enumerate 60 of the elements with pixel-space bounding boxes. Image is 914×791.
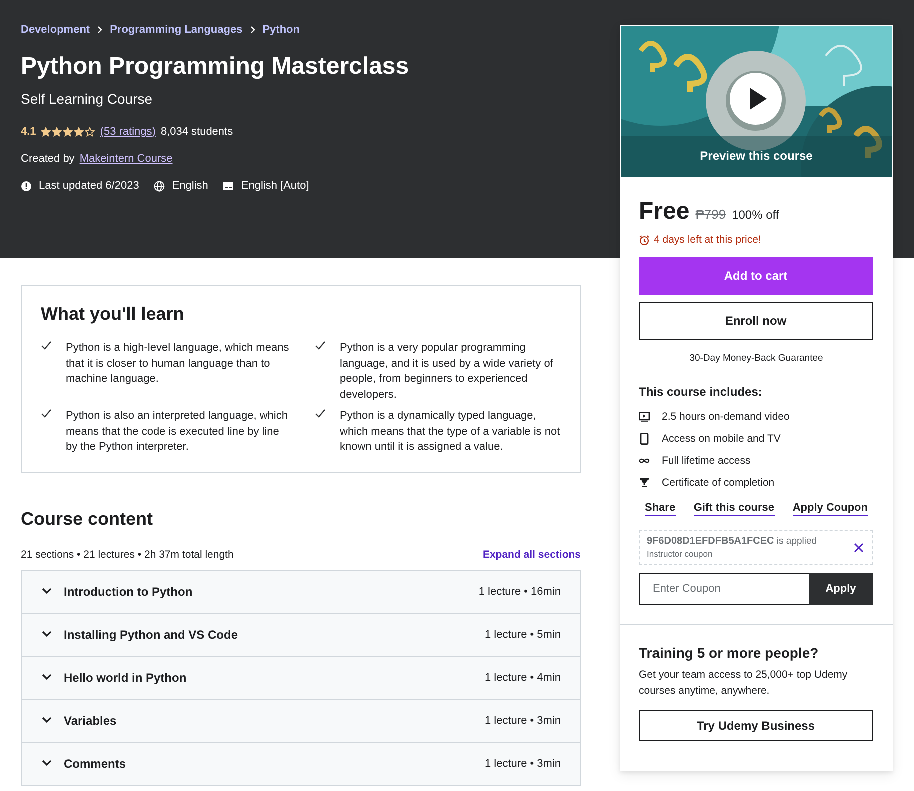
created-by-label: Created by (21, 153, 75, 165)
business-text: Get your team access to 25,000+ top Udemy courses anytime, anywhere. (639, 668, 849, 698)
include-item-text: 2.5 hours on-demand video (662, 410, 790, 422)
coupon-input-field[interactable]: Enter Coupon (639, 573, 809, 605)
section-title: Hello world in Python (64, 670, 188, 684)
apply-button[interactable]: Apply (809, 573, 873, 605)
include-item-text: Access on mobile and TV (662, 432, 781, 444)
course-subtitle: Self Learning Course (21, 91, 154, 107)
section-title: Installing Python and VS Code (64, 628, 240, 642)
content-summary: 21 sections • 21 lectures • 2h 37m total length (21, 548, 234, 560)
course-title: Python Programming Masterclass (21, 52, 410, 82)
breadcrumb-link[interactable]: Python (262, 24, 300, 36)
business-heading: Training 5 or more people? (639, 645, 820, 661)
section-title: Comments (64, 756, 128, 770)
expand-all-link[interactable]: Expand all sections (482, 548, 581, 560)
action-link[interactable]: Gift this course (694, 502, 775, 516)
coupon-status: 9F6D08D1EFDFB5A1FCEC is applied (647, 536, 818, 547)
ratings-link[interactable]: (53 ratings) (100, 126, 156, 138)
breadcrumb-link[interactable]: Programming Languages (110, 24, 243, 36)
breadcrumb-link[interactable]: Development (21, 24, 90, 36)
section-heading: What you'll learn (41, 304, 186, 325)
section-title: Variables (64, 714, 118, 728)
section-meta: 1 lecture • 5min (485, 628, 561, 640)
last-updated: Last updated 6/2023 (39, 180, 140, 192)
original-price: ₱799 (696, 207, 726, 222)
section-row[interactable]: Introduction to Python 1 lecture • 16min (22, 570, 580, 614)
include-item-text: Certificate of completion (662, 476, 775, 488)
language: English (172, 180, 208, 192)
section-title: Introduction to Python (64, 584, 194, 598)
students-count: 8,034 students (160, 126, 234, 138)
enroll-button[interactable]: Enroll now (639, 302, 873, 340)
deadline-text: 4 days left at this price! (654, 234, 762, 246)
includes-heading: This course includes: (639, 385, 764, 399)
author-link[interactable]: Makeintern Course (80, 153, 173, 165)
preview-label: Preview this course (699, 149, 814, 163)
rating-value: 4.1 (21, 126, 36, 138)
coupon-note: Instructor coupon (647, 549, 714, 559)
learn-item-text: Python is also an interpreted language, which means that the code is executed line by line by the Python interpreter. (66, 409, 289, 455)
discount: 100% off (732, 208, 780, 222)
price: Free (639, 198, 690, 226)
include-item-text: Full lifetime access (662, 454, 751, 466)
learn-item-text: Python is a dynamically typed language, which means that the type of a variable is not known until it is assigned a value. (340, 409, 562, 455)
section-row[interactable]: Variables 1 lecture • 3min (22, 700, 580, 742)
section-meta: 1 lecture • 3min (485, 758, 561, 770)
section-row[interactable]: Hello world in Python 1 lecture • 4min (22, 656, 580, 700)
action-link[interactable]: Apply Coupon (792, 502, 868, 516)
learn-item-text: Python is a high-level language, which means that it is closer to human language than to machine language. (66, 341, 290, 387)
section-meta: 1 lecture • 4min (485, 672, 561, 684)
section-heading: Course content (21, 508, 154, 530)
add-to-cart-button[interactable]: Add to cart (639, 257, 873, 295)
captions-language: English [Auto] (241, 180, 310, 192)
guarantee-text: 30-Day Money-Back Guarantee (688, 353, 824, 364)
preview-button[interactable]: Preview this course (620, 25, 893, 178)
learn-item-text: Python is a very popular programming language, and it is used by a wide variety of people, from beginners to experienced developers. (340, 341, 554, 402)
business-button[interactable]: Try Udemy Business (639, 710, 873, 741)
section-meta: 1 lecture • 3min (485, 714, 561, 726)
section-row[interactable]: Comments 1 lecture • 3min (22, 742, 580, 786)
section-row[interactable]: Installing Python and VS Code 1 lecture • 5min (22, 614, 580, 656)
action-link[interactable]: Share (645, 502, 676, 516)
section-meta: 1 lecture • 16min (478, 586, 561, 598)
